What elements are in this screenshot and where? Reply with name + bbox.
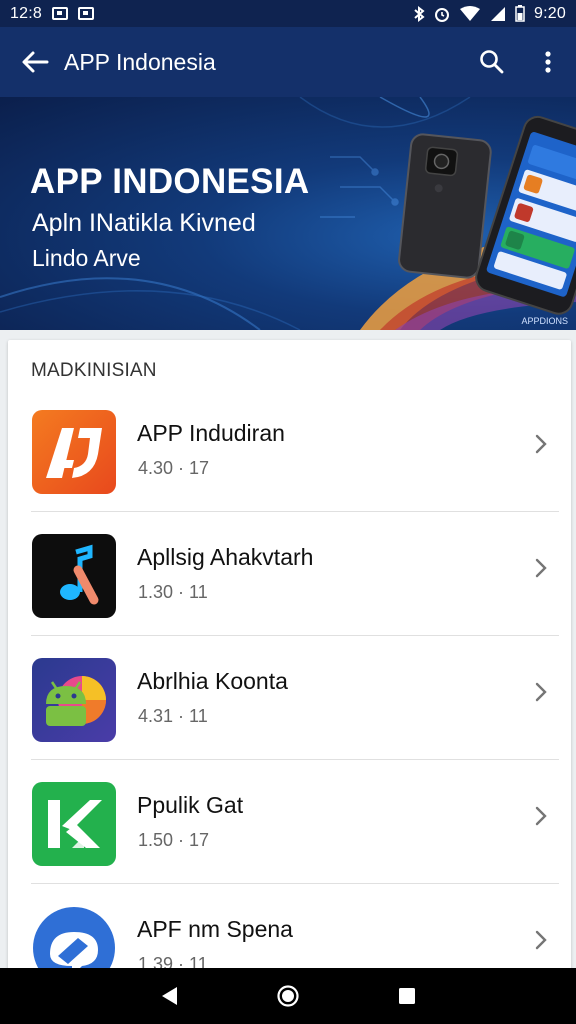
orange-aj-icon — [32, 410, 116, 494]
battery-icon — [515, 5, 525, 22]
wifi-icon — [460, 5, 481, 21]
triangle-back-icon — [162, 987, 178, 1005]
chevron-right-icon — [525, 800, 557, 832]
list-item[interactable]: Apllsig Ahakvtarh 1.30 · 11 — [8, 512, 571, 636]
gallery-notification-icon — [51, 7, 68, 20]
more-vert-icon — [545, 51, 551, 73]
hero-watermark: APPDIONS — [521, 316, 568, 326]
more-options-button[interactable] — [520, 27, 576, 97]
music-note-icon — [32, 534, 116, 618]
app-bar: APP Indonesia — [0, 27, 576, 97]
app-name: Apllsig Ahakvtarh — [137, 544, 314, 570]
bluetooth-icon — [414, 5, 425, 22]
notification-icon — [77, 7, 94, 20]
signal-icon — [491, 6, 506, 21]
list-item[interactable]: Ppulik Gat 1.50 · 17 — [8, 760, 571, 884]
back-button[interactable] — [0, 27, 70, 97]
chevron-right-icon — [525, 552, 557, 584]
app-meta: 4.31 · 11 — [138, 706, 208, 726]
hero-title: APP INDONESIA — [30, 162, 310, 201]
search-button[interactable] — [464, 27, 520, 97]
app-name: APP Indudiran — [137, 420, 285, 446]
nav-recents-button[interactable] — [385, 974, 429, 1018]
status-time-right: 9:20 — [534, 4, 566, 22]
status-bar: 12:8 9:20 — [0, 0, 576, 27]
nav-back-button[interactable] — [147, 974, 191, 1018]
page-title: APP Indonesia — [64, 48, 216, 75]
chevron-right-icon — [525, 924, 557, 956]
list-item[interactable]: APF nm Spena 1.39 · 11 — [8, 884, 571, 980]
app-list-card: MADKINISIAN APP Indudiran 4.30 · 17 Apll… — [8, 340, 571, 980]
app-meta: 4.30 · 17 — [138, 458, 210, 478]
android-icon — [32, 658, 116, 742]
status-time-left: 12:8 — [10, 4, 42, 22]
hero-subtitle-2: Lindo Arve — [32, 245, 141, 271]
app-name: Abrlhia Koonta — [137, 668, 288, 694]
system-nav-bar — [0, 968, 576, 1024]
app-meta: 1.30 · 11 — [138, 582, 208, 602]
search-icon — [480, 50, 504, 74]
app-name: Ppulik Gat — [137, 792, 244, 818]
chevron-right-icon — [525, 428, 557, 460]
app-meta: 1.50 · 17 — [138, 830, 210, 850]
arrow-left-icon — [22, 51, 49, 73]
hero-subtitle: Apln INatikla Kivned — [32, 209, 256, 237]
app-name: APF nm Spena — [137, 916, 293, 942]
chevron-right-icon — [525, 676, 557, 708]
nav-home-button[interactable] — [266, 974, 310, 1018]
section-title: MADKINISIAN — [31, 360, 157, 381]
hero-banner[interactable]: APP INDONESIA Apln INatikla Kivned Lindo… — [0, 97, 576, 330]
green-k-icon — [32, 782, 116, 866]
circle-home-icon — [277, 985, 299, 1007]
list-item[interactable]: Abrlhia Koonta 4.31 · 11 — [8, 636, 571, 760]
list-item[interactable]: APP Indudiran 4.30 · 17 — [8, 388, 571, 512]
square-recents-icon — [398, 988, 415, 1004]
alarm-icon — [435, 7, 450, 22]
